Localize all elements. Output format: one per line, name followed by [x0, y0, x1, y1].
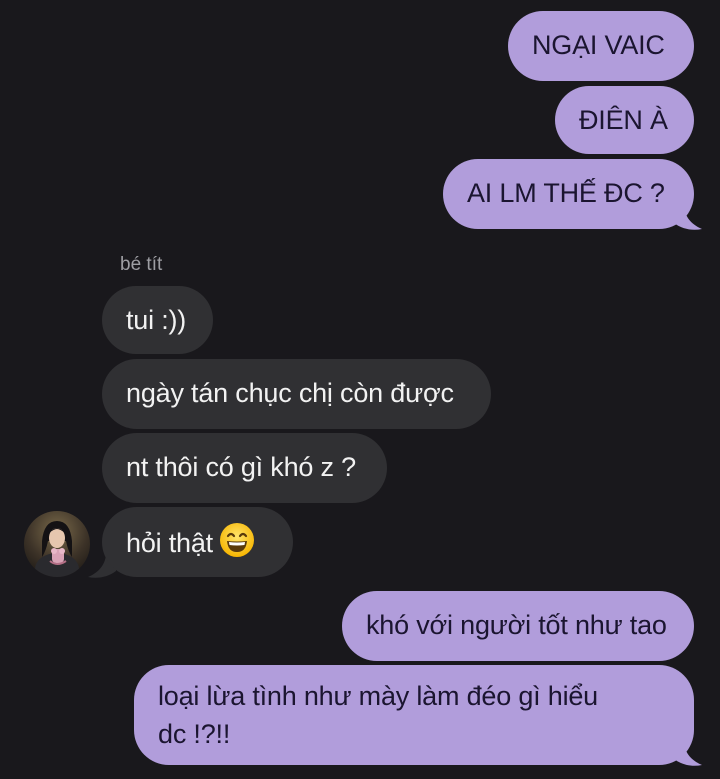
message-text: ĐIÊN À: [579, 105, 668, 135]
avatar[interactable]: [24, 511, 90, 577]
message-text: ngày tán chục chị còn được: [126, 378, 454, 408]
avatar-image: [24, 511, 90, 577]
message-bubble-outgoing[interactable]: ĐIÊN À: [555, 86, 694, 154]
message-bubble-incoming[interactable]: hỏi thật: [102, 507, 293, 577]
message-text: nt thôi có gì khó z ?: [126, 452, 356, 482]
message-text: AI LM THẾ ĐC ?: [467, 178, 665, 208]
message-bubble-incoming[interactable]: nt thôi có gì khó z ?: [102, 433, 387, 503]
message-text: khó với người tốt như tao: [366, 610, 667, 640]
message-bubble-outgoing[interactable]: AI LM THẾ ĐC ?: [443, 159, 694, 229]
message-bubble-outgoing[interactable]: NGẠI VAIC: [508, 11, 694, 81]
message-bubble-outgoing[interactable]: loại lừa tình như mày làm đéo gì hiểu dc…: [134, 665, 694, 765]
grinning-face-emoji-icon: [219, 523, 254, 557]
sender-name: bé tít: [120, 254, 163, 275]
message-bubble-incoming[interactable]: ngày tán chục chị còn được: [102, 359, 491, 429]
message-bubble-incoming[interactable]: tui :)): [102, 286, 213, 354]
message-text-line: dc !?!!: [158, 719, 231, 749]
message-text: NGẠI VAIC: [532, 30, 665, 60]
message-bubble-outgoing[interactable]: khó với người tốt như tao: [342, 591, 694, 661]
message-text: hỏi thật: [126, 528, 213, 558]
message-text: tui :)): [126, 305, 187, 335]
message-text-line: loại lừa tình như mày làm đéo gì hiểu: [158, 681, 598, 711]
